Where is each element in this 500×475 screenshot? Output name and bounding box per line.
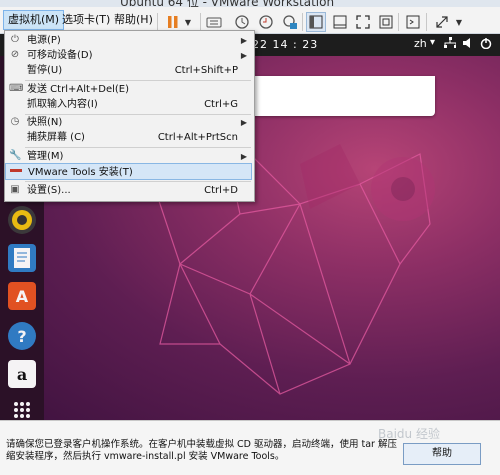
removable-device-icon: ⊘ [10,49,20,60]
writer-icon[interactable] [8,244,36,272]
toolbar-separator [398,13,399,31]
highlight-marker-icon [10,166,22,178]
vm-menu-dropdown: ⏻ 电源(P) ▶ ⊘ 可移动设备(D) ▶ 暂停(U) Ctrl+Shift+… [4,30,255,202]
toolbar-separator [200,13,201,31]
menu-help[interactable]: 帮助(H) [110,11,157,29]
snapshot-icon[interactable] [232,12,252,32]
settings-icon: ▣ [10,184,20,195]
window-titlebar: Ubuntu 64 位 - VMware Workstation [0,0,500,9]
toolbar-separator [426,13,427,31]
network-icon[interactable] [444,37,457,52]
send-keys-icon[interactable] [204,12,224,32]
vmware-info-bar: Baidu 经验 请确保您已登录客户机操作系统。在客户机中装载虚拟 CD 驱动器… [0,420,500,475]
power-icon: ⏻ [11,34,19,45]
chevron-down-icon: ▾ [430,37,436,48]
menu-item-vmware-tools-install[interactable]: VMware Tools 安装(T) [5,163,252,180]
menu-tabs[interactable]: 选项卡(T) [58,11,114,29]
amazon-icon[interactable]: a [8,360,36,388]
snapshot-manager-icon[interactable] [280,12,300,32]
rhythmbox-icon[interactable] [8,206,36,234]
menu-vm[interactable]: 虚拟机(M) [3,10,65,30]
help-icon[interactable]: ? [8,322,36,350]
software-center-icon[interactable]: A [8,282,36,310]
fullscreen-icon[interactable] [353,12,373,32]
keyboard-icon: ⌨ [9,83,24,94]
toolbar-separator [302,13,303,31]
menu-item-grab-input[interactable]: 抓取输入内容(I) Ctrl+G [5,96,252,113]
chevron-down-icon[interactable]: ▼ [178,12,198,32]
revert-snapshot-icon[interactable] [256,12,276,32]
volume-icon[interactable] [462,37,474,52]
toolbar-separator [157,13,158,31]
input-method-label[interactable]: zh [414,37,427,50]
help-button[interactable]: 帮助 [403,443,481,465]
terminal-icon[interactable] [403,12,423,32]
power-icon[interactable] [480,37,492,52]
unity-icon[interactable] [376,12,396,32]
menu-item-pause[interactable]: 暂停(U) Ctrl+Shift+P [5,62,252,79]
wrench-icon: 🔧 [9,150,22,161]
menu-item-settings[interactable]: ▣ 设置(S)... Ctrl+D [5,182,252,199]
info-message: 请确保您已登录客户机操作系统。在客户机中装载虚拟 CD 驱动器，启动终端，使用 … [6,439,397,462]
app-grid-icon[interactable] [8,396,36,420]
console-view-icon[interactable] [330,12,350,32]
clock[interactable]: 22 14 : 23 [252,38,318,51]
menu-item-capture-screen[interactable]: 捕获屏幕 (C) Ctrl+Alt+PrtScn [5,129,252,146]
sidebar-view-icon[interactable] [306,12,326,32]
snapshot-icon: ◷ [10,116,20,127]
chevron-down-icon[interactable]: ▼ [449,12,469,32]
